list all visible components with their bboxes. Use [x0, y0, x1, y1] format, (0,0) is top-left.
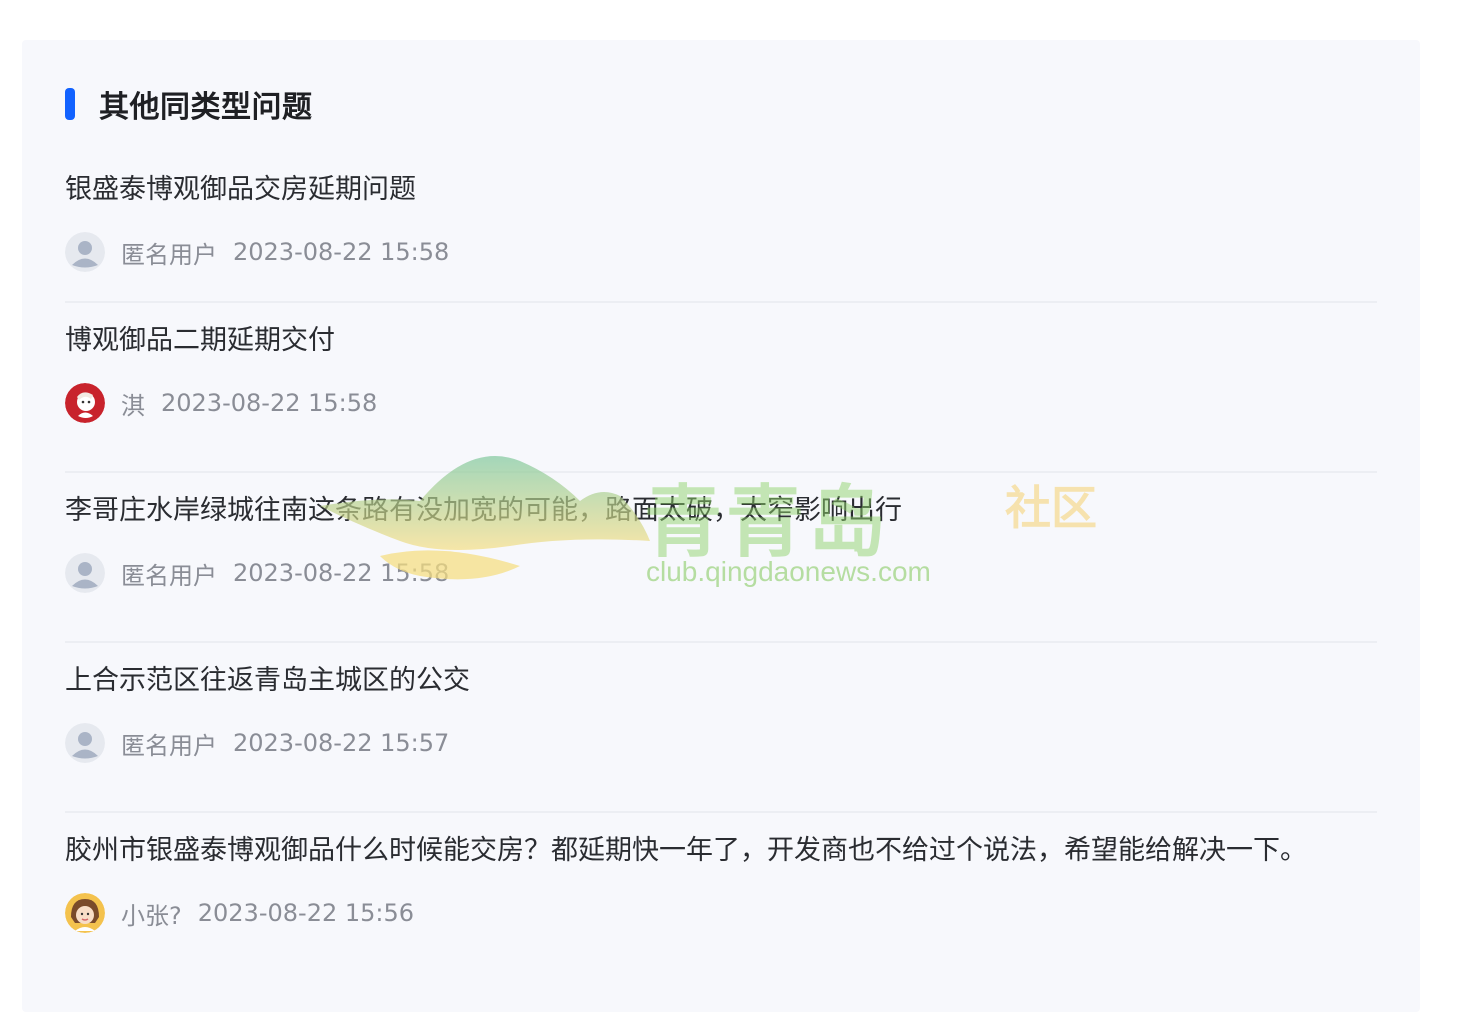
default-user-avatar: [65, 553, 105, 593]
question-meta: 匿名用户 2023-08-22 15:57: [65, 723, 449, 763]
question-meta: 匿名用户 2023-08-22 15:58: [65, 553, 449, 593]
section-title: 其他同类型问题: [99, 90, 313, 125]
list-item[interactable]: 胶州市银盛泰博观御品什么时候能交房？都延期快一年了，开发商也不给过个说法，希望能…: [65, 813, 1377, 983]
cartoon-girl-avatar-icon: [65, 893, 105, 933]
list-item[interactable]: 银盛泰博观御品交房延期问题 匿名用户 2023-08-22 15:58: [65, 152, 1377, 303]
list-item[interactable]: 博观御品二期延期交付 淇 2023-08-22 15:58: [65, 303, 1377, 473]
post-time: 2023-08-22 15:56: [197, 899, 415, 927]
post-time: 2023-08-22 15:58: [233, 559, 450, 587]
cartoon-avatar-icon: [65, 383, 105, 423]
post-time: 2023-08-22 15:57: [233, 729, 450, 757]
question-list: 银盛泰博观御品交房延期问题 匿名用户 2023-08-22 15:58 博观御品…: [65, 152, 1377, 983]
question-title-link[interactable]: 博观御品二期延期交付: [65, 321, 335, 361]
post-time: 2023-08-22 15:58: [161, 389, 378, 417]
list-item[interactable]: 李哥庄水岸绿城往南这条路有没加宽的可能，路面太破，太窄影响出行 匿名用户 202…: [65, 473, 1377, 643]
related-questions-panel: 其他同类型问题 银盛泰博观御品交房延期问题 匿名用户 2023-08-22 15…: [22, 40, 1420, 1012]
post-time: 2023-08-22 15:58: [233, 238, 450, 266]
question-title-link[interactable]: 胶州市银盛泰博观御品什么时候能交房？都延期快一年了，开发商也不给过个说法，希望能…: [65, 831, 1307, 871]
list-item[interactable]: 上合示范区往返青岛主城区的公交 匿名用户 2023-08-22 15:57: [65, 643, 1377, 813]
author-name[interactable]: 匿名用户: [121, 556, 217, 591]
question-title-link[interactable]: 上合示范区往返青岛主城区的公交: [65, 661, 470, 701]
author-name[interactable]: 淇: [121, 386, 145, 421]
author-name[interactable]: 匿名用户: [121, 235, 217, 270]
question-title-link[interactable]: 李哥庄水岸绿城往南这条路有没加宽的可能，路面太破，太窄影响出行: [65, 491, 902, 531]
question-meta: 小张? 2023-08-22 15:56: [65, 893, 414, 933]
question-title-link[interactable]: 银盛泰博观御品交房延期问题: [65, 170, 416, 210]
section-accent-bar: [65, 88, 75, 120]
default-user-avatar: [65, 232, 105, 272]
question-meta: 淇 2023-08-22 15:58: [65, 383, 377, 423]
author-name[interactable]: 小张?: [121, 896, 182, 931]
author-name[interactable]: 匿名用户: [121, 726, 217, 761]
question-meta: 匿名用户 2023-08-22 15:58: [65, 232, 449, 272]
default-user-avatar: [65, 723, 105, 763]
section-header: 其他同类型问题: [65, 84, 313, 125]
